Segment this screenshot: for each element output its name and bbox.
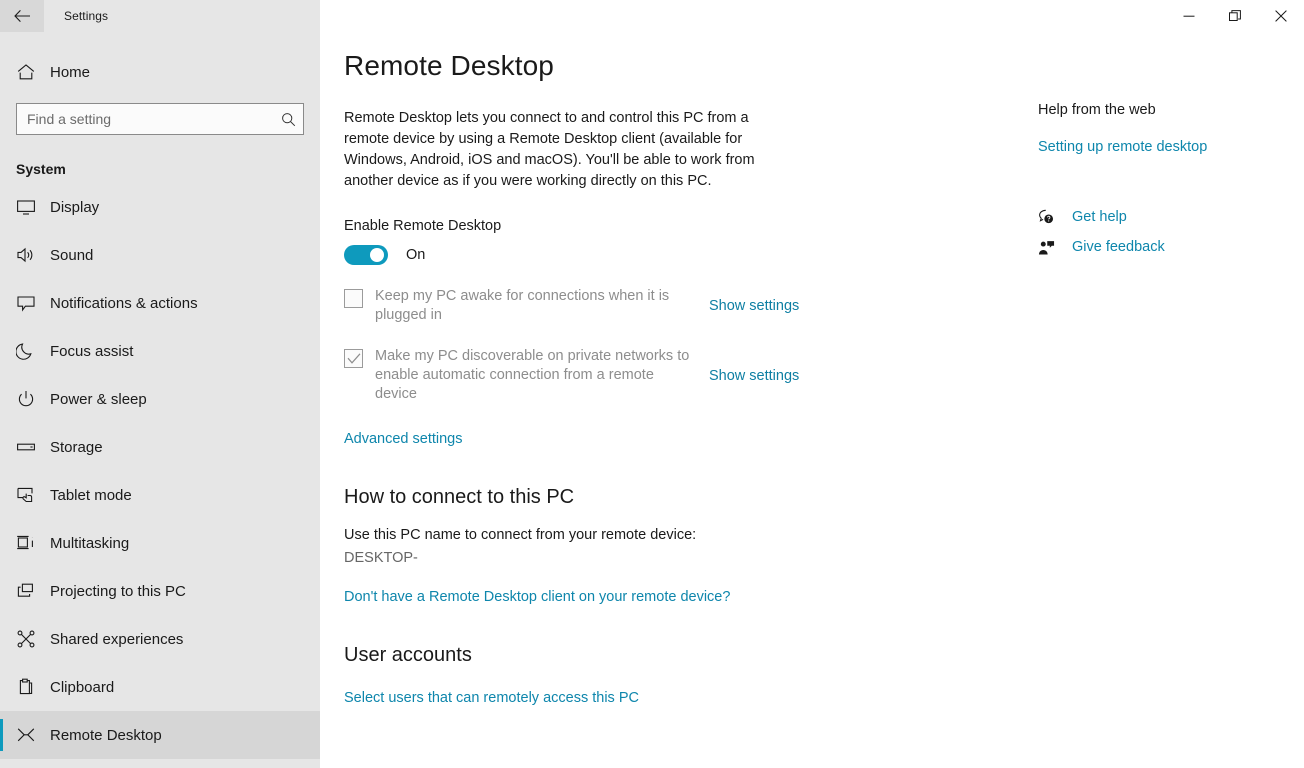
selection-indicator (0, 719, 3, 751)
close-icon (1275, 10, 1287, 22)
advanced-settings-link[interactable]: Advanced settings (344, 431, 463, 447)
discoverable-option-row: Make my PC discoverable on private netwo… (344, 347, 996, 404)
notification-icon (16, 293, 42, 313)
sidebar-item-label: Tablet mode (50, 487, 132, 504)
discoverable-label: Make my PC discoverable on private netwo… (375, 347, 695, 404)
multitasking-icon (16, 533, 42, 553)
share-icon (16, 629, 42, 649)
user-accounts-heading: User accounts (344, 644, 1020, 667)
get-help-item[interactable]: Get help (1038, 202, 1304, 232)
remote-desktop-icon (16, 725, 42, 745)
minimize-button[interactable] (1166, 0, 1212, 32)
restore-button[interactable] (1212, 0, 1258, 32)
tablet-icon (16, 485, 42, 505)
client-link-row: Don't have a Remote Desktop client on yo… (344, 588, 1020, 606)
toggle-state-label: On (406, 247, 425, 263)
settings-window: Settings (0, 0, 1304, 768)
sidebar-item-label: Shared experiences (50, 631, 183, 648)
sidebar-item-remote-desktop[interactable]: Remote Desktop (0, 711, 320, 759)
sidebar-item-label: Power & sleep (50, 391, 147, 408)
checkmark-icon (347, 353, 361, 365)
home-icon (16, 62, 42, 82)
sidebar-item-home[interactable]: Home (0, 52, 320, 92)
keep-awake-option-row: Keep my PC awake for connections when it… (344, 287, 996, 325)
help-panel-title: Help from the web (1038, 102, 1304, 118)
select-users-row: Select users that can remotely access th… (344, 689, 1020, 707)
speaker-icon (16, 245, 42, 265)
restore-icon (1229, 10, 1241, 22)
enable-remote-desktop-label: Enable Remote Desktop (344, 218, 1020, 234)
keep-awake-label: Keep my PC awake for connections when it… (375, 287, 695, 325)
sidebar-item-power-sleep[interactable]: Power & sleep (0, 375, 320, 423)
sidebar-item-clipboard[interactable]: Clipboard (0, 663, 320, 711)
search-icon[interactable] (273, 112, 303, 127)
keep-awake-show-settings-link[interactable]: Show settings (709, 298, 799, 314)
close-button[interactable] (1258, 0, 1304, 32)
sidebar-item-storage[interactable]: Storage (0, 423, 320, 471)
title-bar: Settings (0, 0, 1304, 32)
get-help-label[interactable]: Get help (1072, 209, 1127, 225)
sidebar-item-label: Projecting to this PC (50, 583, 186, 600)
search-container (0, 103, 320, 135)
monitor-icon (16, 197, 42, 217)
window-controls (320, 0, 1304, 32)
title-bar-left: Settings (0, 0, 320, 32)
minimize-icon (1183, 10, 1195, 22)
help-actions: Get help Give feedback (1020, 202, 1304, 262)
help-web-link-row: Setting up remote desktop (1038, 138, 1304, 156)
app-title: Settings (64, 9, 108, 23)
sidebar-item-label: Display (50, 199, 99, 216)
search-input[interactable] (17, 111, 273, 127)
power-icon (16, 389, 42, 409)
how-to-connect-instruction: Use this PC name to connect from your re… (344, 527, 1020, 543)
clipboard-icon (16, 677, 42, 697)
enable-remote-desktop-row: On (344, 245, 1020, 265)
sidebar-group-title: System (0, 161, 320, 177)
help-panel: Help from the web Setting up remote desk… (1020, 32, 1304, 768)
sidebar-item-label: Storage (50, 439, 103, 456)
enable-remote-desktop-toggle[interactable] (344, 245, 388, 265)
page-description: Remote Desktop lets you connect to and c… (344, 108, 796, 192)
toggle-knob (370, 248, 384, 262)
sidebar-item-sound[interactable]: Sound (0, 231, 320, 279)
sidebar: Home System (0, 0, 320, 768)
projecting-icon (16, 581, 42, 601)
select-users-link[interactable]: Select users that can remotely access th… (344, 690, 639, 706)
feedback-person-icon (1038, 239, 1060, 256)
discoverable-checkbox[interactable] (344, 349, 363, 368)
moon-icon (16, 341, 42, 361)
keep-awake-checkbox[interactable] (344, 289, 363, 308)
discoverable-show-settings-link[interactable]: Show settings (709, 368, 799, 384)
give-feedback-label[interactable]: Give feedback (1072, 239, 1165, 255)
back-arrow-icon (14, 9, 31, 23)
sidebar-item-notifications[interactable]: Notifications & actions (0, 279, 320, 327)
main-content: Remote Desktop Remote Desktop lets you c… (320, 32, 1020, 768)
sidebar-item-label: Remote Desktop (50, 727, 162, 744)
pc-name-value: DESKTOP- (344, 550, 1020, 566)
remote-desktop-client-link[interactable]: Don't have a Remote Desktop client on yo… (344, 589, 730, 605)
sidebar-item-shared-experiences[interactable]: Shared experiences (0, 615, 320, 663)
how-to-connect-heading: How to connect to this PC (344, 486, 1020, 509)
back-button[interactable] (0, 0, 44, 32)
storage-icon (16, 437, 42, 457)
search-box[interactable] (16, 103, 304, 135)
sidebar-item-label: Sound (50, 247, 93, 264)
advanced-settings-row: Advanced settings (344, 430, 1020, 448)
sidebar-item-label: Multitasking (50, 535, 129, 552)
sidebar-item-projecting[interactable]: Projecting to this PC (0, 567, 320, 615)
sidebar-item-focus-assist[interactable]: Focus assist (0, 327, 320, 375)
question-bubble-icon (1038, 209, 1060, 226)
sidebar-item-home-label: Home (50, 64, 90, 81)
sidebar-item-multitasking[interactable]: Multitasking (0, 519, 320, 567)
setting-up-remote-desktop-link[interactable]: Setting up remote desktop (1038, 139, 1207, 155)
sidebar-nav-list: Display Sound (0, 183, 320, 759)
sidebar-item-label: Focus assist (50, 343, 133, 360)
page-title: Remote Desktop (344, 50, 1020, 82)
sidebar-item-label: Notifications & actions (50, 295, 198, 312)
sidebar-item-label: Clipboard (50, 679, 114, 696)
sidebar-item-display[interactable]: Display (0, 183, 320, 231)
sidebar-item-tablet-mode[interactable]: Tablet mode (0, 471, 320, 519)
give-feedback-item[interactable]: Give feedback (1038, 232, 1304, 262)
